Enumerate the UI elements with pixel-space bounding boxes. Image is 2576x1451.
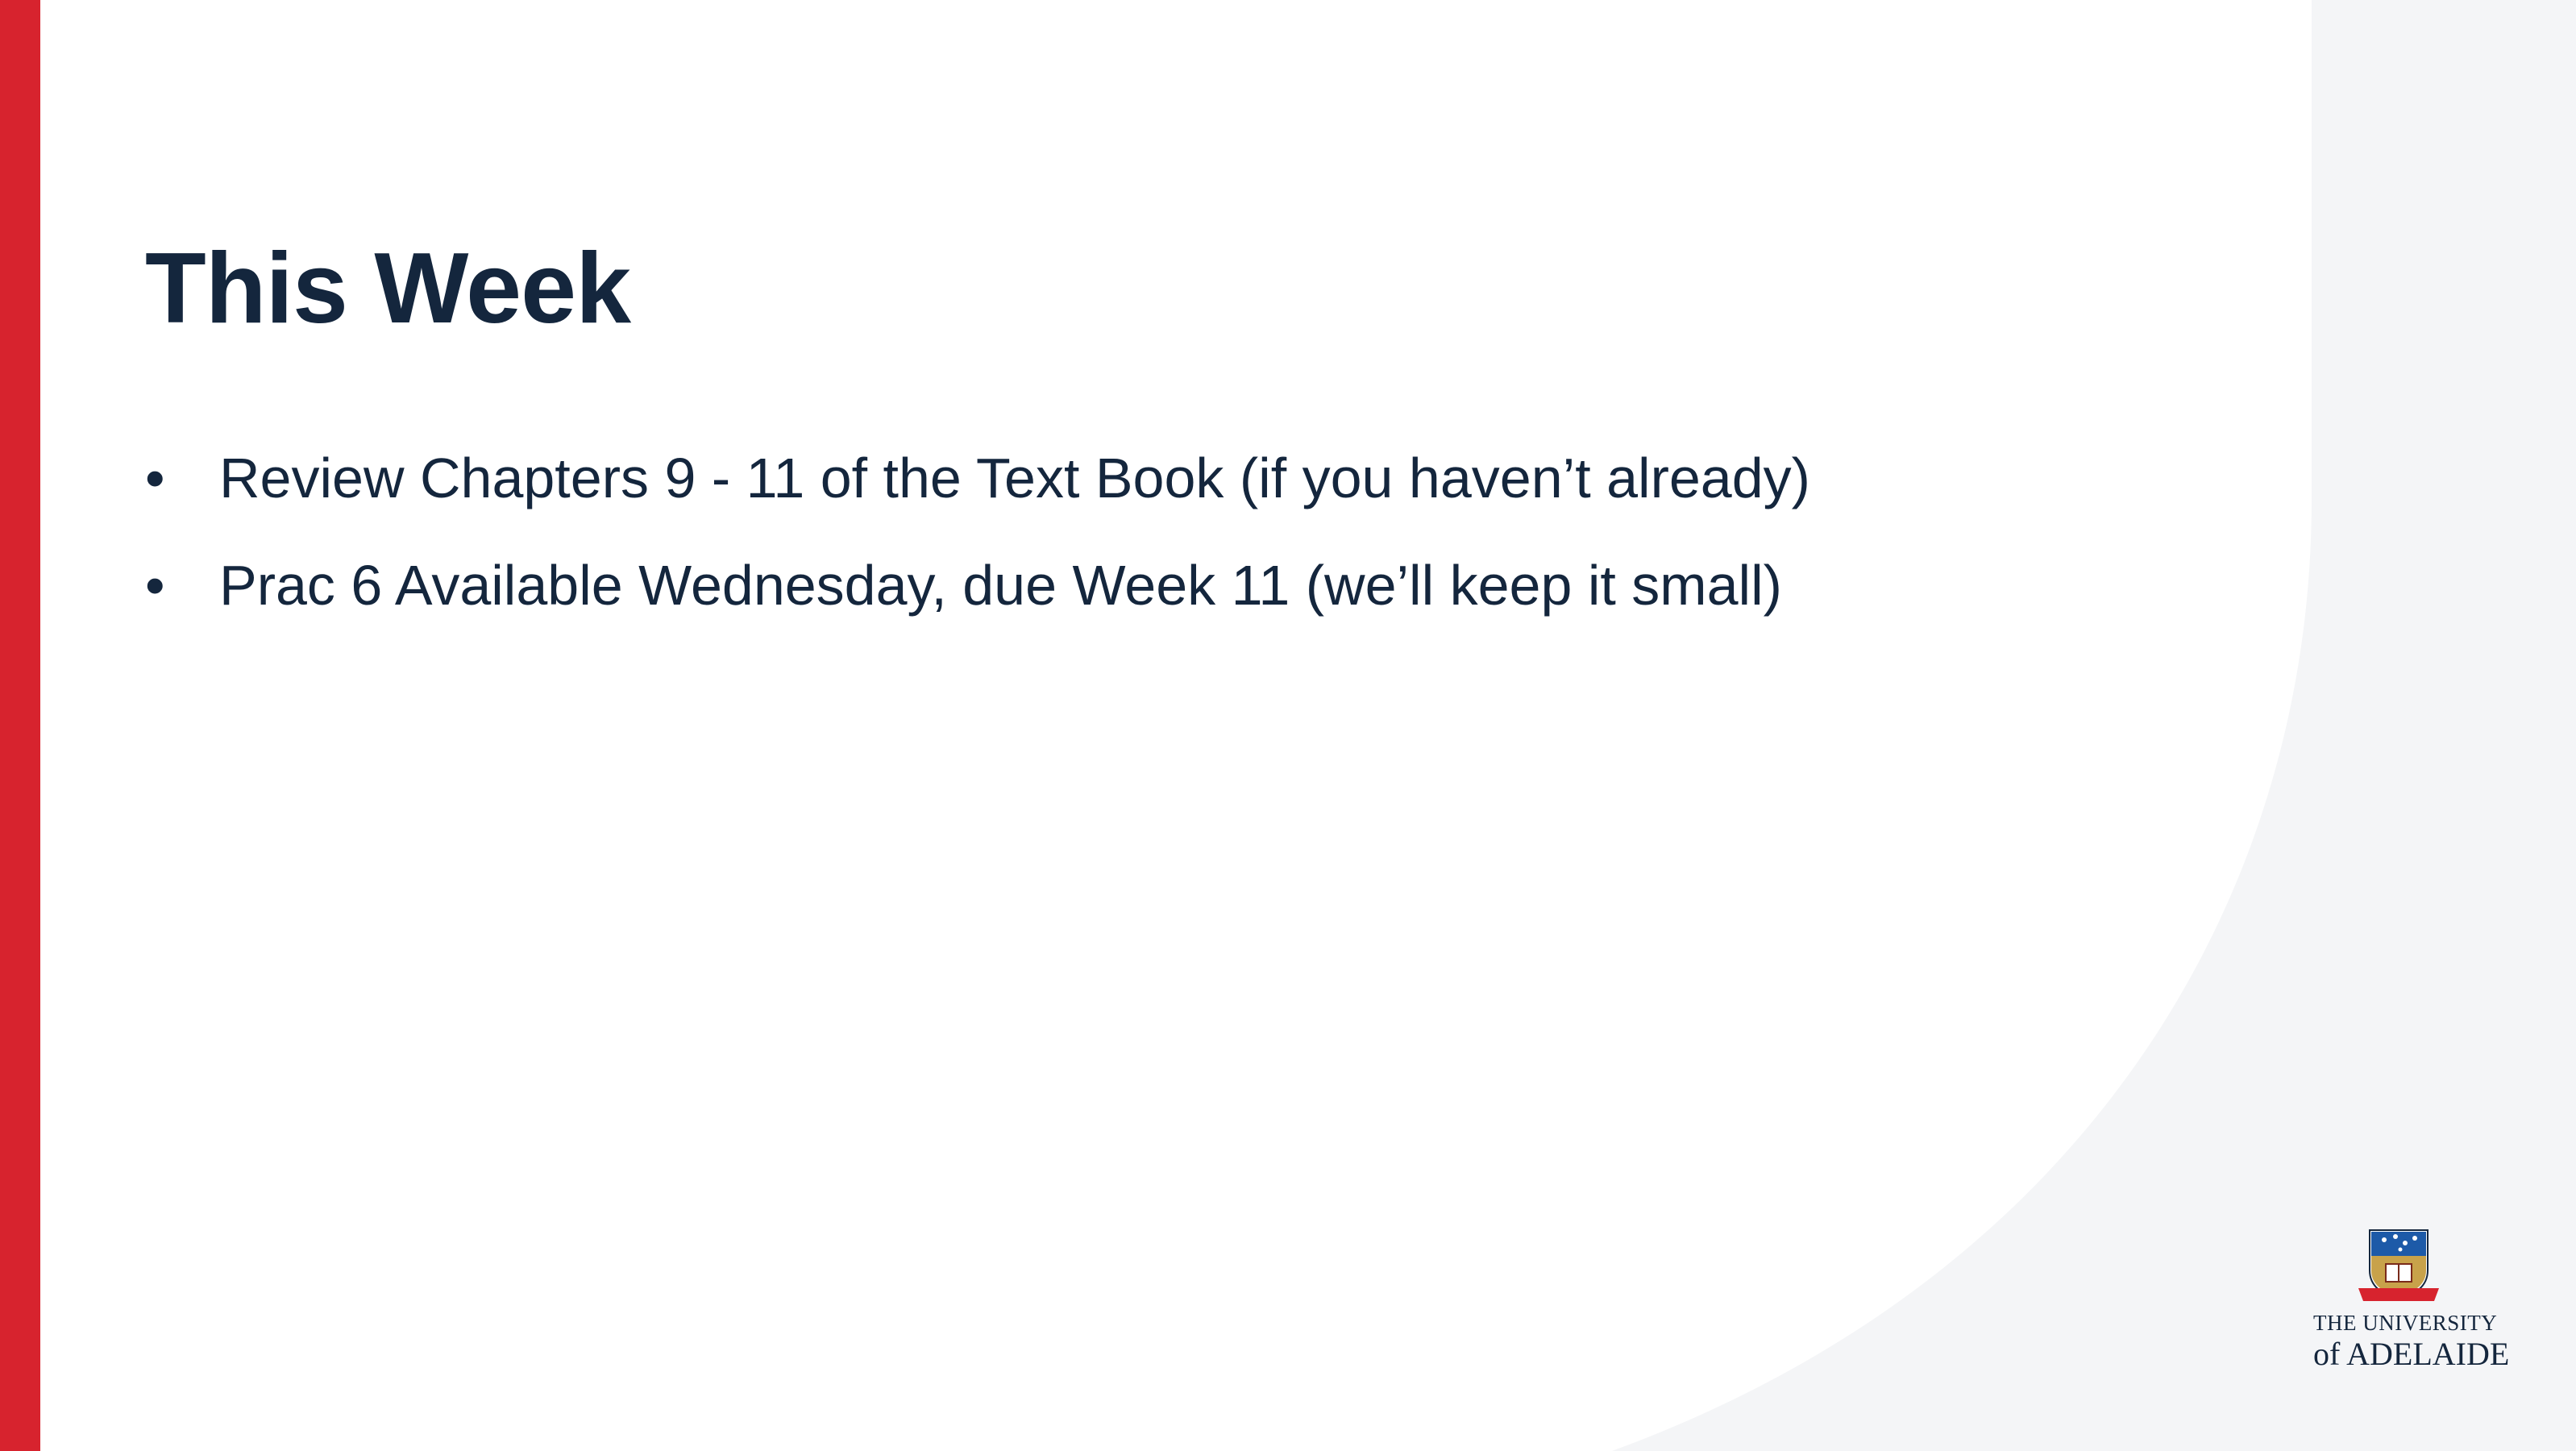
slide-title: This Week xyxy=(145,233,631,344)
logo-line1: THE UNIVERSITY xyxy=(2313,1311,2498,1335)
logo-line2: of ADELAIDE xyxy=(2313,1336,2510,1372)
university-crest-icon xyxy=(2358,1229,2439,1301)
background-curve xyxy=(1612,0,2576,1451)
bullet-marker: • xyxy=(145,554,165,617)
university-logo: THE UNIVERSITY of ADELAIDE xyxy=(2305,1224,2509,1372)
slide: This Week • Review Chapters 9 - 11 of th… xyxy=(0,0,2576,1451)
bullet-marker: • xyxy=(145,447,165,509)
bullet-list: • Review Chapters 9 - 11 of the Text Boo… xyxy=(145,447,1810,662)
bullet-text: Prac 6 Available Wednesday, due Week 11 … xyxy=(219,554,1782,617)
bullet-item: • Prac 6 Available Wednesday, due Week 1… xyxy=(145,555,1810,617)
accent-bar xyxy=(0,0,40,1451)
bullet-item: • Review Chapters 9 - 11 of the Text Boo… xyxy=(145,447,1810,509)
bullet-text: Review Chapters 9 - 11 of the Text Book … xyxy=(219,447,1810,509)
